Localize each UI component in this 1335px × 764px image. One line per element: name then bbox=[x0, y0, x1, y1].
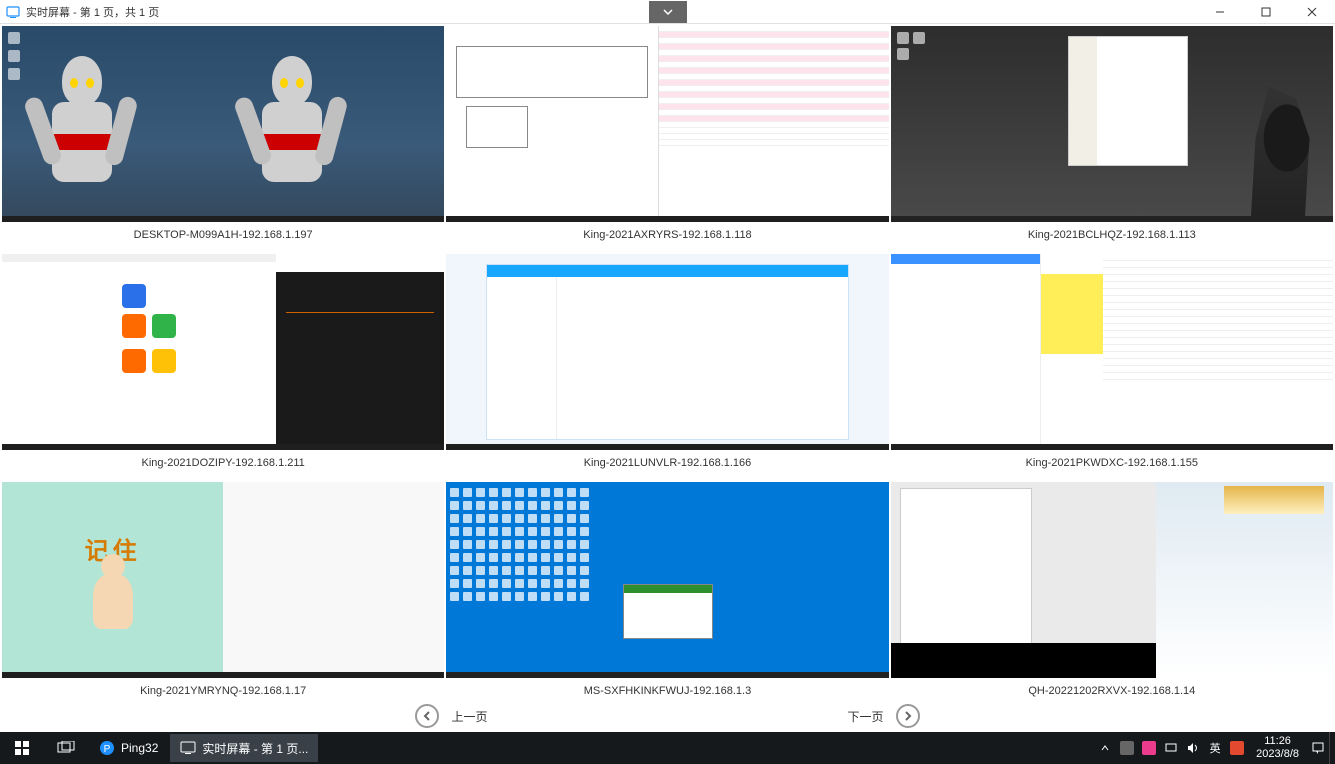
taskbar-app-ping32[interactable]: P Ping32 bbox=[89, 734, 168, 762]
windows-icon bbox=[14, 740, 30, 756]
os-taskbar: P Ping32 实时屏幕 - 第 1 页... 英 11:26 2023/8/… bbox=[0, 732, 1335, 764]
screen-thumbnail[interactable] bbox=[446, 482, 888, 678]
monk-figure bbox=[93, 574, 133, 629]
desktop-shortcut-icon bbox=[8, 50, 20, 62]
remote-taskbar bbox=[446, 216, 888, 222]
next-page-button[interactable]: 下一页 bbox=[848, 708, 884, 725]
minimize-button[interactable] bbox=[1197, 0, 1243, 24]
screen-thumbnail[interactable] bbox=[2, 254, 444, 450]
task-view-button[interactable] bbox=[44, 732, 88, 764]
clock-date: 2023/8/8 bbox=[1256, 748, 1299, 761]
screen-cell: MS-SXFHKINKFWUJ-192.168.1.3 bbox=[446, 482, 888, 708]
screen-cell: DESKTOP-M099A1H-192.168.1.197 bbox=[2, 26, 444, 252]
screen-label: King-2021AXRYRS-192.168.1.118 bbox=[446, 222, 888, 252]
screen-label: DESKTOP-M099A1H-192.168.1.197 bbox=[2, 222, 444, 252]
tray-app-icon[interactable] bbox=[1138, 732, 1160, 764]
tray-ime-indicator[interactable]: 英 bbox=[1204, 732, 1226, 764]
tray-volume-icon[interactable] bbox=[1182, 732, 1204, 764]
file-explorer-window bbox=[1068, 36, 1188, 166]
screen-label: King-2021PKWDXC-192.168.1.155 bbox=[891, 450, 1333, 480]
screen-cell: King-2021DOZIPY-192.168.1.211 bbox=[2, 254, 444, 480]
svg-text:P: P bbox=[104, 744, 111, 755]
screen-cell: King-2021PKWDXC-192.168.1.155 bbox=[891, 254, 1333, 480]
screen-thumbnail[interactable] bbox=[446, 254, 888, 450]
screen-cell: King-2021AXRYRS-192.168.1.118 bbox=[446, 26, 888, 252]
taobao-icon bbox=[122, 314, 146, 338]
system-tray: 英 11:26 2023/8/8 bbox=[1094, 732, 1335, 764]
document-window bbox=[900, 488, 1033, 655]
baidu-icon bbox=[122, 284, 146, 308]
app-icon bbox=[6, 5, 20, 19]
ad-banner bbox=[1224, 486, 1324, 514]
prev-page-arrow-button[interactable] bbox=[415, 704, 439, 728]
tray-overflow-button[interactable] bbox=[1094, 732, 1116, 764]
start-button[interactable] bbox=[0, 732, 44, 764]
screen-label: King-2021LUNVLR-192.168.1.166 bbox=[446, 450, 888, 480]
task-view-icon bbox=[57, 741, 75, 755]
pagination-bar: 上一页 下一页 bbox=[0, 702, 1335, 730]
desktop-shortcut-icon bbox=[8, 32, 20, 44]
screen-cell: King-2021BCLHQZ-192.168.1.113 bbox=[891, 26, 1333, 252]
tray-network-icon[interactable] bbox=[1160, 732, 1182, 764]
window-title: 实时屏幕 - 第 1 页，共 1 页 bbox=[26, 4, 159, 20]
clock-time: 11:26 bbox=[1256, 735, 1299, 748]
chevron-up-icon bbox=[1100, 743, 1110, 753]
screen-cell: QH-20221202RXVX-192.168.1.14 bbox=[891, 482, 1333, 708]
maximize-button[interactable] bbox=[1243, 0, 1289, 24]
taskbar-app-label: Ping32 bbox=[121, 741, 158, 755]
remote-taskbar bbox=[2, 216, 444, 222]
screen-grid: DESKTOP-M099A1H-192.168.1.197 King-2021A… bbox=[0, 24, 1335, 710]
screen-thumbnail[interactable]: 记住 bbox=[2, 482, 444, 678]
arrow-right-icon bbox=[902, 710, 914, 722]
arrow-left-icon bbox=[421, 710, 433, 722]
dialog-window bbox=[623, 584, 713, 639]
screen-label: King-2021DOZIPY-192.168.1.211 bbox=[2, 450, 444, 480]
taskbar-app-label: 实时屏幕 - 第 1 页... bbox=[202, 740, 308, 757]
chat-window bbox=[486, 264, 848, 440]
taskbar-clock[interactable]: 11:26 2023/8/8 bbox=[1248, 735, 1307, 761]
screen-thumbnail[interactable] bbox=[891, 254, 1333, 450]
window-controls bbox=[1197, 0, 1335, 24]
screen-cell: King-2021LUNVLR-192.168.1.166 bbox=[446, 254, 888, 480]
taskbar-app-realtime-screen[interactable]: 实时屏幕 - 第 1 页... bbox=[170, 734, 318, 762]
screen-cell: 记住 King-2021YMRYNQ-192.168.1.17 bbox=[2, 482, 444, 708]
next-page-arrow-button[interactable] bbox=[896, 704, 920, 728]
desktop-icon-grid bbox=[450, 488, 671, 668]
show-desktop-button[interactable] bbox=[1329, 732, 1335, 764]
screen-thumbnail[interactable] bbox=[446, 26, 888, 222]
screen-thumbnail[interactable] bbox=[891, 482, 1333, 678]
screen-thumbnail[interactable] bbox=[891, 26, 1333, 222]
desktop-shortcut-icon bbox=[8, 68, 20, 80]
screen-thumbnail[interactable] bbox=[2, 26, 444, 222]
notification-icon bbox=[1311, 741, 1325, 755]
action-center-button[interactable] bbox=[1307, 732, 1329, 764]
chevron-down-icon bbox=[661, 5, 675, 19]
speaker-icon bbox=[1186, 741, 1200, 755]
screen-label: King-2021BCLHQZ-192.168.1.113 bbox=[891, 222, 1333, 252]
wechat-icon bbox=[152, 314, 176, 338]
close-button[interactable] bbox=[1289, 0, 1335, 24]
prev-page-button[interactable]: 上一页 bbox=[451, 708, 487, 725]
ping32-icon: P bbox=[99, 740, 115, 756]
window-titlebar: 实时屏幕 - 第 1 页，共 1 页 bbox=[0, 0, 1335, 24]
network-icon bbox=[1164, 741, 1178, 755]
monitor-icon bbox=[180, 740, 196, 756]
tray-app-icon[interactable] bbox=[1116, 732, 1138, 764]
tray-sogou-icon[interactable] bbox=[1226, 732, 1248, 764]
collapse-toolbar-button[interactable] bbox=[649, 1, 687, 23]
